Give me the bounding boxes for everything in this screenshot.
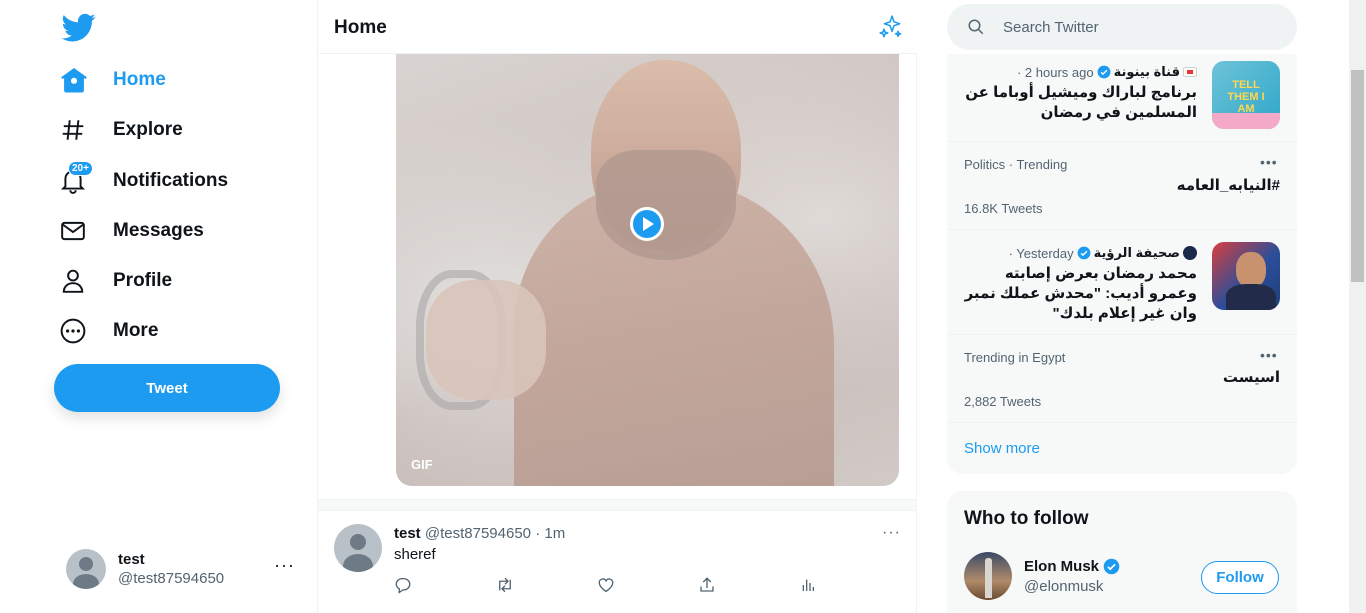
nav-home-label: Home (113, 69, 166, 90)
nav-more-label: More (113, 320, 159, 341)
retweet-icon[interactable] (495, 576, 515, 596)
notifications-badge: 20+ (68, 161, 93, 176)
media-overlay (396, 40, 899, 486)
news-source-logo-icon (1183, 246, 1197, 260)
who-to-follow-panel: Who to follow Elon Musk @elonmusk Follow (947, 491, 1297, 613)
who-to-follow-title: Who to follow (964, 508, 1089, 529)
nav-notifications[interactable]: 20+ Notifications (60, 159, 228, 203)
search-bar[interactable] (947, 4, 1297, 50)
news-source-name: صحيفة الرؤية (1093, 245, 1180, 260)
tweet-button[interactable]: Tweet (54, 364, 280, 412)
thumbnail-stripe (1212, 113, 1280, 129)
trend-title: #النيابه_العامه (1176, 177, 1280, 194)
gif-media[interactable]: GIF (396, 40, 899, 486)
news-source-logo-icon (1183, 67, 1197, 77)
account-more-icon[interactable]: ··· (274, 555, 295, 576)
follow-avatar[interactable] (964, 552, 1012, 600)
analytics-icon[interactable] (800, 576, 820, 596)
follow-user-name[interactable]: Elon Musk (1024, 558, 1120, 575)
avatar (66, 549, 106, 589)
trend-more-icon[interactable]: ••• (1260, 154, 1278, 170)
search-input[interactable] (1003, 18, 1283, 36)
news-headline: برنامج لباراك وميشيل أوباما عن المسلمين … (965, 84, 1197, 121)
nav-profile[interactable]: Profile (60, 259, 172, 303)
nav-more[interactable]: More (60, 309, 158, 353)
show-more-link[interactable]: Show more (964, 440, 1040, 457)
nav-messages[interactable]: Messages (60, 209, 204, 253)
trend-title: اسيست (1222, 369, 1280, 386)
play-icon[interactable] (630, 207, 664, 241)
avatar-rocket-shape (985, 558, 992, 598)
page-scrollbar[interactable] (1349, 0, 1366, 613)
tweet-actions (394, 576, 834, 596)
tweet-author-handle: @test87594650 (424, 525, 532, 542)
account-handle: @test87594650 (118, 570, 225, 587)
news-headline: محمد رمضان بعرض إصابته وعمرو أديب: "محدش… (964, 265, 1197, 322)
main-timeline: GIF Home test @test87594650 · 1m ··· she… (317, 0, 917, 613)
thumbnail-face (1236, 252, 1266, 288)
scrollbar-thumb[interactable] (1351, 70, 1364, 282)
news-source: قناة بينونة · 2 hours ago (1017, 64, 1197, 80)
verified-badge-icon (1103, 558, 1120, 575)
account-text: test @test87594650 (118, 551, 224, 587)
tweet[interactable]: test @test87594650 · 1m ··· sheref (318, 512, 917, 613)
person-icon (60, 266, 98, 296)
search-icon (968, 19, 984, 35)
nav-explore[interactable]: Explore (60, 108, 183, 152)
twitter-bird-icon[interactable] (61, 10, 96, 44)
tweet-header: test @test87594650 · 1m (394, 525, 565, 542)
trend-category: Trending in Egypt (964, 350, 1066, 365)
trend-item[interactable]: Politics · Trending ••• #النيابه_العامه … (947, 142, 1297, 230)
trend-item[interactable]: صحيفة الرؤية · Yesterday محمد رمضان بعرض… (947, 230, 1297, 335)
trend-category: Politics · Trending (964, 157, 1068, 172)
news-source: صحيفة الرؤية · Yesterday (1009, 245, 1197, 261)
left-sidebar: Home Explore 20+ Notifications Messages (0, 0, 318, 613)
main-header: Home (318, 0, 917, 54)
trend-count: 16.8K Tweets (964, 201, 1043, 216)
follow-user-handle: @elonmusk (1024, 578, 1104, 595)
news-time: · 2 hours ago (1016, 64, 1094, 80)
app: Home Explore 20+ Notifications Messages (0, 0, 1366, 613)
trend-count: 2,882 Tweets (964, 394, 1042, 409)
tweet-more-icon[interactable]: ··· (882, 524, 901, 542)
follow-button[interactable]: Follow (1201, 561, 1279, 594)
thumbnail-caption: TELL THEM I AM (1227, 79, 1265, 115)
verified-badge-icon (1097, 65, 1111, 79)
bell-icon: 20+ (60, 161, 98, 196)
nav-explore-label: Explore (113, 119, 183, 140)
home-icon (60, 65, 98, 95)
timeline-divider (318, 499, 917, 511)
follow-user-name-text: Elon Musk (1024, 558, 1100, 575)
news-thumbnail: TELL THEM I AM (1212, 61, 1280, 129)
news-source-name: قناة بينونة (1113, 64, 1180, 79)
verified-badge-icon (1077, 246, 1091, 260)
like-icon[interactable] (597, 576, 617, 596)
trend-item[interactable]: قناة بينونة · 2 hours ago برنامج لباراك … (947, 54, 1297, 142)
reply-icon[interactable] (394, 576, 414, 596)
sparkle-icon[interactable] (878, 14, 904, 40)
trend-item[interactable]: Trending in Egypt ••• اسيست 2,882 Tweets (947, 335, 1297, 423)
account-name: test (118, 551, 145, 568)
tweet-text: sheref (394, 546, 436, 563)
tweet-author-name[interactable]: test (394, 525, 421, 542)
trends-panel: قناة بينونة · 2 hours ago برنامج لباراك … (947, 54, 1297, 474)
nav-home[interactable]: Home (60, 58, 166, 102)
thumbnail-suit (1226, 284, 1276, 310)
nav-profile-label: Profile (113, 270, 173, 291)
news-time: · Yesterday (1008, 245, 1074, 261)
tweet-time[interactable]: · 1m (535, 525, 565, 542)
envelope-icon (60, 216, 98, 246)
account-switcher[interactable]: test @test87594650 ··· (66, 549, 306, 589)
more-circle-icon (60, 316, 98, 346)
news-thumbnail (1212, 242, 1280, 310)
share-icon[interactable] (698, 576, 718, 596)
trend-more-icon[interactable]: ••• (1260, 347, 1278, 363)
nav-messages-label: Messages (113, 220, 204, 241)
hashtag-icon (60, 115, 98, 145)
tweet-avatar[interactable] (334, 524, 382, 572)
page-title: Home (334, 17, 387, 38)
nav-notifications-label: Notifications (113, 170, 229, 191)
gif-badge: GIF (411, 457, 433, 472)
